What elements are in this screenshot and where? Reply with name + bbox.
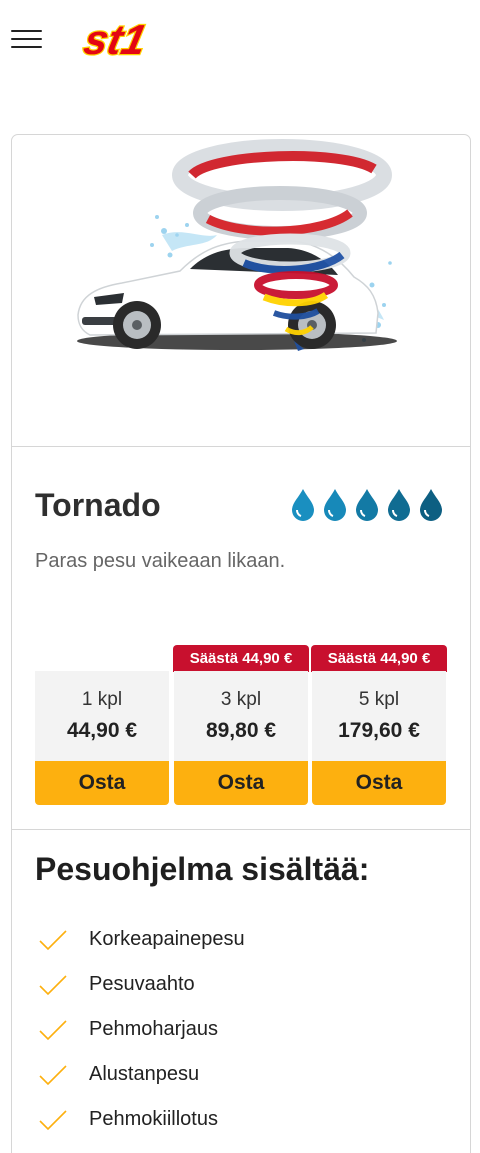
water-drop-icon [292,489,314,521]
product-image [12,135,470,447]
product-card: Tornado Paras pesu vaikeaan likaan. Sääs… [11,134,471,1153]
savings-badge: Säästä 44,90 € [173,645,309,672]
checkmark-icon [39,1020,67,1041]
list-item: Pesuvaahto [35,970,455,1015]
st1-logo[interactable]: st1 [80,16,175,62]
includes-list: Korkeapainepesu Pesuvaahto Pehmoharjaus … [35,925,455,1150]
divider [12,829,470,830]
buy-button[interactable]: Osta [35,761,169,805]
option-quantity: 3 kpl [220,689,262,710]
product-description: Paras pesu vaikeaan likaan. [35,550,286,572]
water-drop-icon [388,489,410,521]
svg-text:st1: st1 [80,16,151,62]
header: st1 [0,0,480,80]
savings-badge: Säästä 44,90 € [311,645,447,672]
buy-button[interactable]: Osta [312,761,446,805]
option-quantity: 1 kpl [81,689,123,710]
checkmark-icon [39,1065,67,1086]
price-option-5: 5 kpl 179,60 € Osta [312,671,446,806]
buy-button[interactable]: Osta [174,761,308,805]
list-item: Korkeapainepesu [35,925,455,970]
option-price: 179,60 € [338,719,420,742]
checkmark-icon [39,1110,67,1131]
checkmark-icon [39,975,67,996]
includes-title: Pesuohjelma sisältää: [35,851,370,887]
option-price: 44,90 € [66,719,138,742]
menu-icon[interactable] [11,28,43,50]
price-option-1: 1 kpl 44,90 € Osta [35,671,169,806]
water-drop-icon [420,489,442,521]
intensity-rating [289,487,445,523]
price-option-3: 3 kpl 89,80 € Osta [174,671,308,806]
list-item: Pehmokiillotus [35,1105,455,1150]
list-item: Alustanpesu [35,1060,455,1105]
option-price: 89,80 € [205,719,277,742]
product-title: Tornado [35,487,161,523]
water-drop-icon [324,489,346,521]
option-quantity: 5 kpl [358,689,400,710]
water-drop-icon [356,489,378,521]
checkmark-icon [39,930,67,951]
list-item: Pehmoharjaus [35,1015,455,1060]
